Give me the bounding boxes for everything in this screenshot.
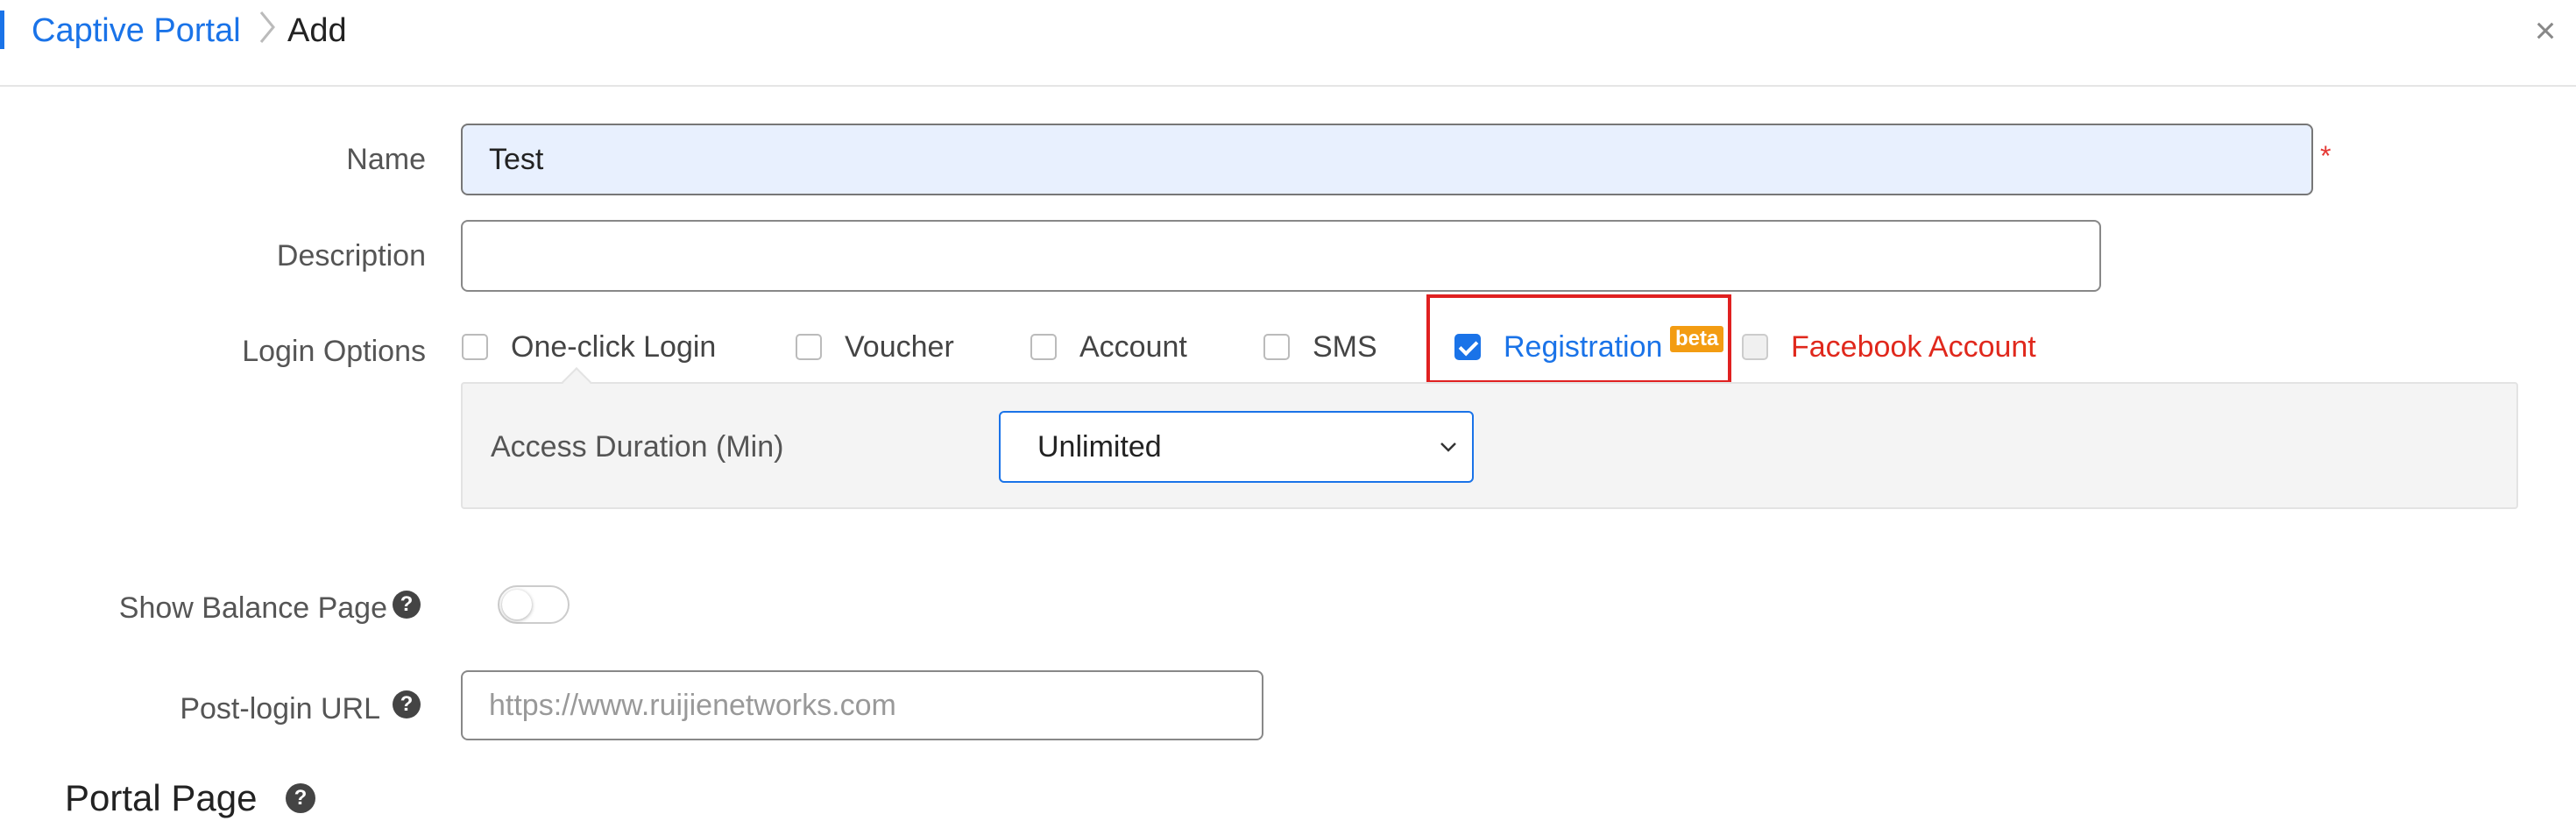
post-login-url-input[interactable]: [461, 670, 1263, 740]
option-account[interactable]: Account: [1030, 328, 1187, 366]
registration-highlight: [1426, 294, 1731, 384]
chevron-down-icon: [1440, 442, 1456, 452]
help-icon[interactable]: ?: [393, 690, 421, 718]
name-input[interactable]: [461, 124, 2313, 195]
option-one-click-login[interactable]: One-click Login: [462, 328, 716, 366]
sms-checkbox[interactable]: [1263, 334, 1290, 360]
help-icon[interactable]: ?: [286, 783, 315, 813]
breadcrumb-accent-bar: [0, 11, 4, 49]
show-balance-page-toggle[interactable]: [498, 585, 570, 624]
breadcrumb-captive-portal[interactable]: Captive Portal: [32, 9, 241, 53]
login-options-label: Login Options: [242, 335, 426, 368]
option-voucher[interactable]: Voucher: [796, 328, 954, 366]
show-balance-page-label: Show Balance Page: [118, 591, 387, 625]
breadcrumb-current: Add: [287, 12, 347, 49]
option-sms[interactable]: SMS: [1263, 328, 1377, 366]
access-duration-label: Access Duration (Min): [491, 430, 784, 464]
voucher-checkbox[interactable]: [796, 334, 822, 360]
option-label: One-click Login: [511, 329, 717, 364]
header-divider: [0, 85, 2576, 87]
name-label: Name: [346, 143, 426, 176]
access-duration-select[interactable]: Unlimited: [999, 411, 1474, 483]
one-click-login-checkbox[interactable]: [462, 334, 488, 360]
facebook-account-checkbox[interactable]: [1742, 334, 1768, 360]
breadcrumb-separator-icon: [259, 11, 275, 43]
access-duration-value: Unlimited: [1037, 429, 1162, 464]
option-label: Account: [1079, 329, 1187, 364]
account-checkbox[interactable]: [1030, 334, 1057, 360]
option-label: SMS: [1313, 329, 1377, 364]
description-label: Description: [276, 239, 426, 272]
post-login-url-label: Post-login URL: [180, 692, 380, 725]
option-label: Facebook Account: [1791, 329, 2036, 364]
help-icon[interactable]: ?: [393, 591, 421, 619]
portal-page-title: Portal Page: [65, 777, 258, 818]
option-facebook-account[interactable]: Facebook Account: [1742, 328, 2036, 366]
close-icon[interactable]: ×: [2525, 9, 2565, 53]
required-mark: *: [2320, 140, 2332, 172]
toggle-knob: [502, 590, 532, 619]
description-input[interactable]: [461, 220, 2101, 292]
option-label: Voucher: [845, 329, 954, 364]
